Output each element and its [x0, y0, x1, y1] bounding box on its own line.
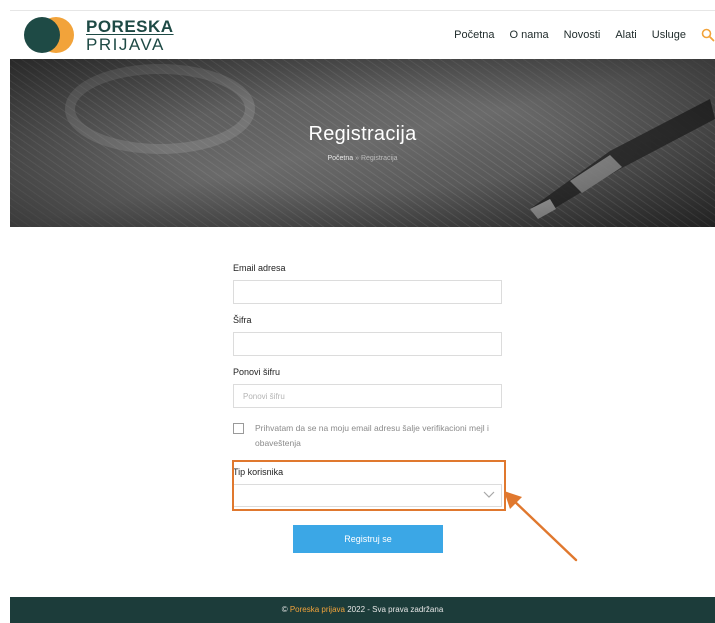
- register-button[interactable]: Registruj se: [293, 525, 443, 553]
- hero-banner: Registracija Početna » Registracija: [10, 59, 715, 227]
- breadcrumb: Početna » Registracija: [10, 155, 715, 162]
- annotation-highlight-box: [232, 460, 506, 511]
- footer-brand-link[interactable]: Poreska prijava: [290, 605, 345, 614]
- nav-item-alati[interactable]: Alati: [615, 29, 636, 41]
- email-label: Email adresa: [233, 263, 286, 273]
- breadcrumb-home[interactable]: Početna: [327, 155, 353, 162]
- annotation-arrow-icon: [504, 491, 578, 562]
- logo-line-1: PORESKA: [86, 16, 174, 36]
- nav-item-pocetna[interactable]: Početna: [454, 29, 494, 41]
- site-header: PORESKA PRIJAVA Početna O nama Novosti A…: [10, 11, 715, 59]
- email-field[interactable]: [233, 280, 502, 304]
- search-icon[interactable]: [701, 28, 715, 42]
- page-title: Registracija: [308, 123, 417, 145]
- logo-line-2: PRIJAVA: [86, 34, 165, 54]
- logo-text: PORESKA PRIJAVA: [86, 18, 174, 53]
- logo-mark: [24, 17, 76, 53]
- consent-checkbox[interactable]: [233, 423, 244, 434]
- nav-item-usluge[interactable]: Usluge: [652, 29, 686, 41]
- footer-rights-text: 2022 - Sva prava zadržana: [347, 605, 444, 614]
- breadcrumb-separator: »: [355, 155, 359, 162]
- repeat-password-field[interactable]: [233, 384, 502, 408]
- password-field[interactable]: [233, 332, 502, 356]
- repeat-password-label: Ponovi šifru: [233, 367, 281, 377]
- site-logo[interactable]: PORESKA PRIJAVA: [24, 17, 174, 53]
- nav-item-novosti[interactable]: Novosti: [564, 29, 601, 41]
- password-label: Šifra: [233, 315, 252, 325]
- nav-item-o-nama[interactable]: O nama: [510, 29, 549, 41]
- consent-row: Prihvatam da se na moju email adresu šal…: [233, 421, 503, 451]
- site-footer: © Poreska prijava 2022 - Sva prava zadrž…: [10, 597, 715, 623]
- footer-copyright-symbol: ©: [281, 605, 288, 614]
- main-nav: Početna O nama Novosti Alati Usluge: [439, 11, 715, 59]
- consent-text: Prihvatam da se na moju email adresu šal…: [255, 423, 489, 448]
- breadcrumb-current: Registracija: [360, 155, 398, 162]
